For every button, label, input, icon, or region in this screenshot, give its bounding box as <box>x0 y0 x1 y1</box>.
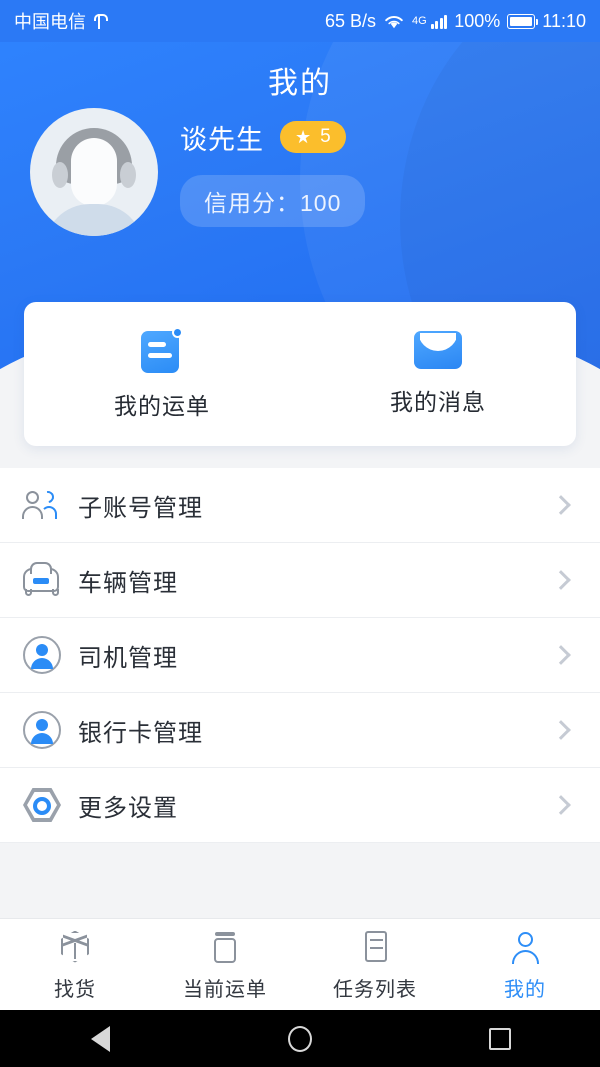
chevron-right-icon <box>551 720 571 740</box>
container-icon <box>206 928 244 966</box>
users-icon <box>20 483 64 527</box>
mail-envelope-icon <box>414 331 462 369</box>
shortcut-label: 我的运单 <box>114 393 210 419</box>
credit-score-pill: 信用分：100 <box>180 174 366 227</box>
menu-item-sub-accounts[interactable]: 子账号管理 <box>0 468 600 543</box>
menu-item-more-settings[interactable]: 更多设置 <box>0 768 600 843</box>
battery-percent-label: 100% <box>454 10 501 31</box>
name-row: 谈先生 ★ 5 <box>180 118 365 157</box>
menu-item-label: 司机管理 <box>78 644 178 672</box>
avatar-ear-left-shape <box>52 162 68 188</box>
network-type-label: 4G <box>412 15 427 27</box>
star-level-badge: ★ 5 <box>280 121 346 153</box>
shortcut-my-waybill[interactable]: 我的运单 <box>24 302 300 446</box>
carrier-label: 中国电信 <box>14 12 86 32</box>
user-name: 谈先生 <box>180 124 264 155</box>
star-level-value: 5 <box>320 126 331 147</box>
avatar[interactable] <box>30 108 158 236</box>
avatar-ear-right-shape <box>120 162 136 188</box>
status-bar-right: 65 B/s 4G 100% 11:10 <box>325 11 586 32</box>
home-circle-icon <box>288 1025 312 1052</box>
profile-block: 谈先生 ★ 5 信用分：100 <box>30 108 366 236</box>
settings-hexagon-icon <box>20 783 64 827</box>
cube-icon <box>56 928 94 966</box>
back-triangle-icon <box>90 1025 110 1052</box>
chevron-right-icon <box>551 795 571 815</box>
menu-item-bank-cards[interactable]: 银行卡管理 <box>0 693 600 768</box>
nav-recents-button[interactable] <box>465 1010 535 1067</box>
tab-task-list[interactable]: 任务列表 <box>300 919 450 1010</box>
chevron-right-icon <box>551 495 571 515</box>
menu-item-label: 子账号管理 <box>78 494 203 522</box>
nav-back-button[interactable] <box>65 1010 135 1067</box>
shortcut-label: 我的消息 <box>390 389 486 415</box>
chevron-right-icon <box>551 645 571 665</box>
avatar-face-shape <box>71 138 117 206</box>
shortcut-my-messages[interactable]: 我的消息 <box>300 302 576 446</box>
signal-bars-icon <box>430 13 448 29</box>
tab-label: 当前运单 <box>183 978 267 1001</box>
wifi-icon <box>383 13 405 30</box>
menu-item-label: 更多设置 <box>78 794 178 822</box>
menu-item-label: 银行卡管理 <box>78 719 203 747</box>
nav-home-button[interactable] <box>265 1010 335 1067</box>
shortcut-card: 我的运单 我的消息 <box>24 302 576 446</box>
task-list-icon <box>356 928 394 966</box>
menu-item-vehicles[interactable]: 车辆管理 <box>0 543 600 618</box>
person-icon <box>506 928 544 966</box>
menu-item-drivers[interactable]: 司机管理 <box>0 618 600 693</box>
car-icon <box>20 558 64 602</box>
menu-item-label: 车辆管理 <box>78 569 178 597</box>
chevron-right-icon <box>551 570 571 590</box>
recents-square-icon <box>489 1027 511 1050</box>
battery-icon <box>507 13 539 29</box>
usb-icon <box>93 12 108 30</box>
tab-mine[interactable]: 我的 <box>450 919 600 1010</box>
page-title: 我的 <box>268 67 332 100</box>
bottom-tab-bar: 找货 当前运单 任务列表 我的 <box>0 918 600 1010</box>
settings-menu-list: 子账号管理 车辆管理 司机管理 银行卡管理 更多设置 <box>0 468 600 843</box>
star-icon: ★ <box>295 127 312 147</box>
tab-label: 任务列表 <box>333 978 417 1001</box>
network-speed-label: 65 B/s <box>325 10 377 31</box>
avatar-body-shape <box>44 204 144 236</box>
tab-label: 我的 <box>504 978 546 1001</box>
status-bar: 中国电信 65 B/s 4G 100% 11:10 <box>0 0 600 42</box>
tab-find-goods[interactable]: 找货 <box>0 919 150 1010</box>
driver-person-icon <box>20 633 64 677</box>
android-navigation-bar <box>0 1010 600 1067</box>
clock-label: 11:10 <box>542 10 586 31</box>
waybill-document-icon <box>139 327 185 373</box>
profile-text-block: 谈先生 ★ 5 信用分：100 <box>180 118 366 227</box>
tab-current-waybill[interactable]: 当前运单 <box>150 919 300 1010</box>
bank-card-person-icon <box>20 708 64 752</box>
tab-label: 找货 <box>54 978 96 1001</box>
status-bar-left: 中国电信 <box>14 8 108 34</box>
